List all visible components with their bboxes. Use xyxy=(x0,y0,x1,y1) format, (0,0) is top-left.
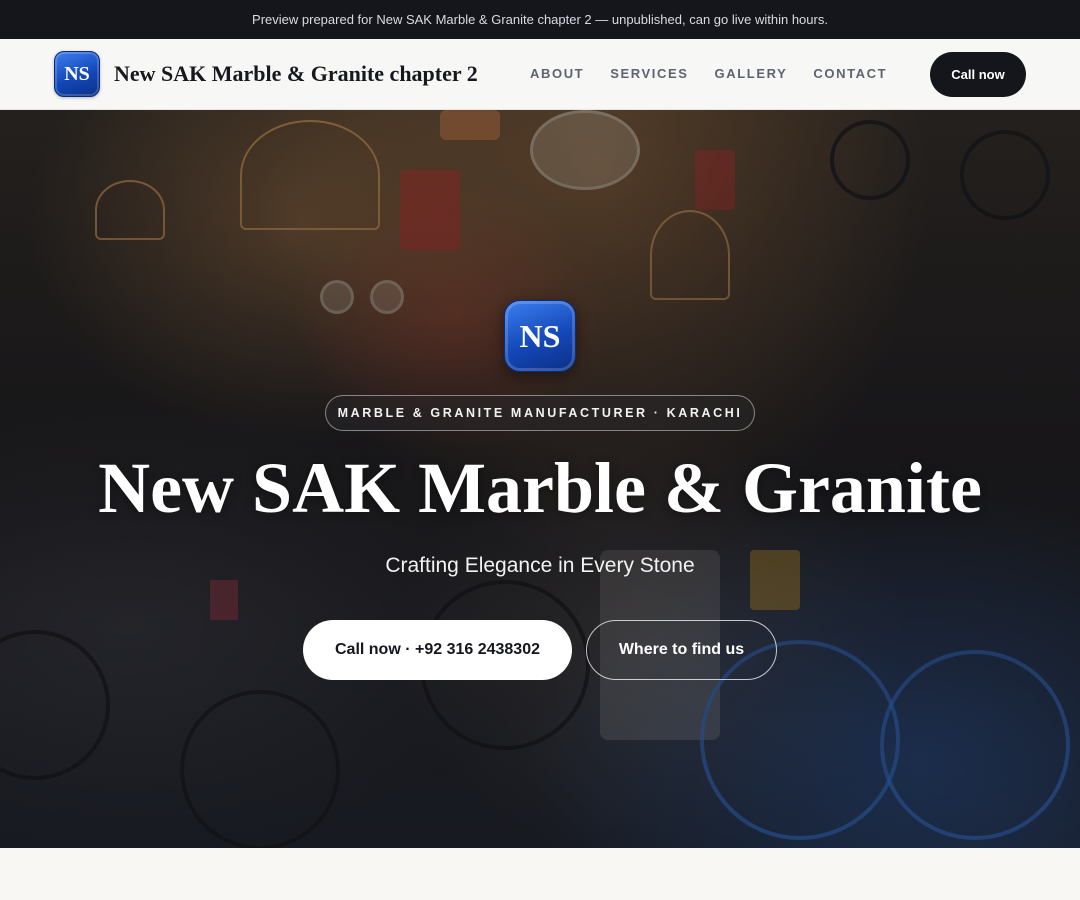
hero-logo-initials: NS xyxy=(519,317,561,354)
announcement-bar: Preview prepared for New SAK Marble & Gr… xyxy=(0,0,1080,39)
brand-name[interactable]: New SAK Marble & Granite chapter 2 xyxy=(114,61,478,87)
main-nav: ABOUT SERVICES GALLERY CONTACT xyxy=(530,66,913,81)
hero-section: NS MARBLE & GRANITE MANUFACTURER · KARAC… xyxy=(0,110,1080,848)
nav-gallery[interactable]: GALLERY xyxy=(715,66,788,81)
nav-contact[interactable]: CONTACT xyxy=(813,66,887,81)
hero-tagline: Crafting Elegance in Every Stone xyxy=(385,554,695,577)
announcement-text: Preview prepared for New SAK Marble & Gr… xyxy=(252,12,828,27)
site-header: NS New SAK Marble & Granite chapter 2 AB… xyxy=(0,39,1080,110)
header-call-button[interactable]: Call now xyxy=(930,52,1026,97)
hero-content: NS MARBLE & GRANITE MANUFACTURER · KARAC… xyxy=(0,110,1080,848)
hero-call-button[interactable]: Call now · +92 316 2438302 xyxy=(303,620,572,680)
hero-eyebrow-badge: MARBLE & GRANITE MANUFACTURER · KARACHI xyxy=(325,395,755,431)
brand-logo[interactable]: NS xyxy=(54,51,100,97)
nav-services[interactable]: SERVICES xyxy=(610,66,688,81)
brand[interactable]: NS New SAK Marble & Granite chapter 2 xyxy=(54,51,478,97)
next-section xyxy=(0,848,1080,900)
hero-title: New SAK Marble & Granite xyxy=(98,448,982,528)
hero-location-button[interactable]: Where to find us xyxy=(586,620,777,680)
nav-about[interactable]: ABOUT xyxy=(530,66,584,81)
brand-logo-initials: NS xyxy=(64,62,90,85)
hero-logo: NS xyxy=(504,300,576,372)
